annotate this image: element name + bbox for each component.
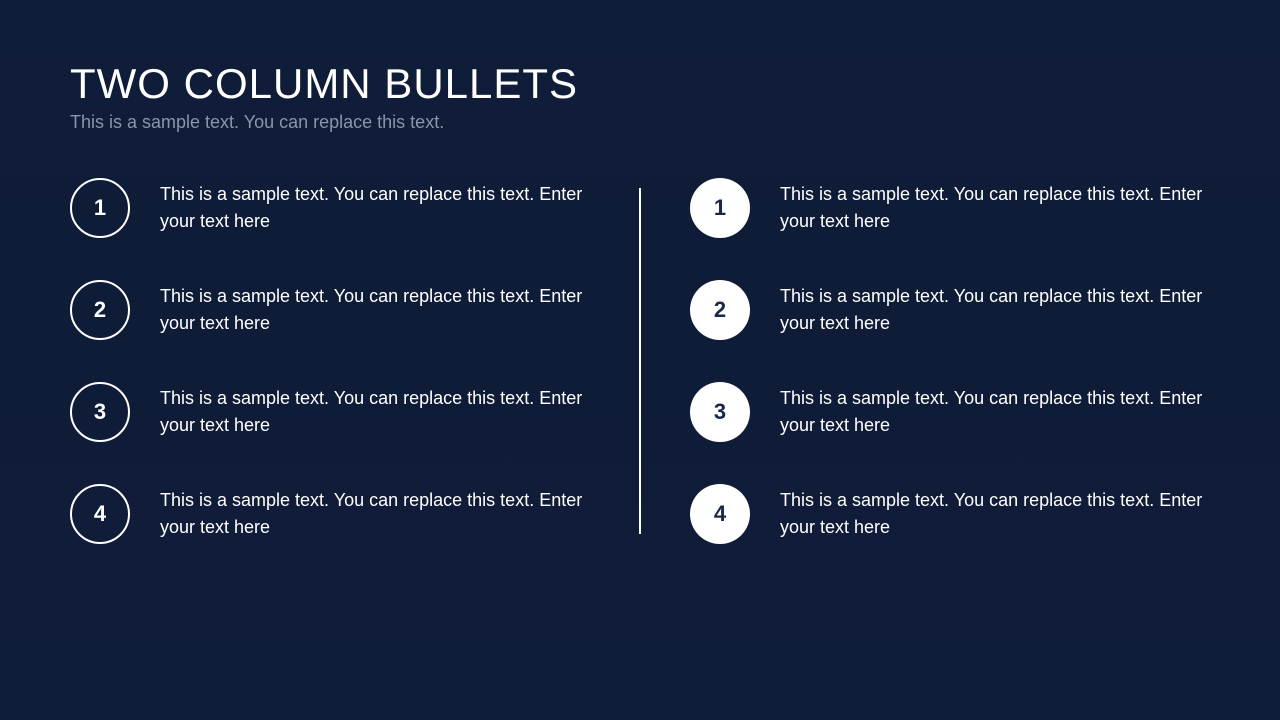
bullet-text: This is a sample text. You can replace t… — [780, 181, 1210, 235]
bullet-number-circle: 2 — [70, 280, 130, 340]
right-column: 1 This is a sample text. You can replace… — [640, 178, 1210, 544]
list-item: 1 This is a sample text. You can replace… — [70, 178, 590, 238]
bullet-text: This is a sample text. You can replace t… — [780, 487, 1210, 541]
slide-subtitle: This is a sample text. You can replace t… — [70, 112, 1210, 133]
bullet-number-circle: 1 — [70, 178, 130, 238]
bullet-text: This is a sample text. You can replace t… — [160, 487, 590, 541]
bullet-text: This is a sample text. You can replace t… — [780, 385, 1210, 439]
bullet-number-circle: 2 — [690, 280, 750, 340]
slide-title: TWO COLUMN BULLETS — [70, 60, 1210, 108]
list-item: 4 This is a sample text. You can replace… — [70, 484, 590, 544]
bullet-number-circle: 4 — [690, 484, 750, 544]
list-item: 3 This is a sample text. You can replace… — [690, 382, 1210, 442]
bullet-number-circle: 4 — [70, 484, 130, 544]
bullet-number-circle: 1 — [690, 178, 750, 238]
bullet-number-circle: 3 — [690, 382, 750, 442]
bullet-text: This is a sample text. You can replace t… — [780, 283, 1210, 337]
columns-container: 1 This is a sample text. You can replace… — [70, 178, 1210, 544]
list-item: 4 This is a sample text. You can replace… — [690, 484, 1210, 544]
bullet-text: This is a sample text. You can replace t… — [160, 181, 590, 235]
bullet-text: This is a sample text. You can replace t… — [160, 385, 590, 439]
list-item: 2 This is a sample text. You can replace… — [70, 280, 590, 340]
bullet-number-circle: 3 — [70, 382, 130, 442]
column-divider — [639, 188, 641, 534]
list-item: 2 This is a sample text. You can replace… — [690, 280, 1210, 340]
list-item: 1 This is a sample text. You can replace… — [690, 178, 1210, 238]
bullet-text: This is a sample text. You can replace t… — [160, 283, 590, 337]
left-column: 1 This is a sample text. You can replace… — [70, 178, 640, 544]
list-item: 3 This is a sample text. You can replace… — [70, 382, 590, 442]
